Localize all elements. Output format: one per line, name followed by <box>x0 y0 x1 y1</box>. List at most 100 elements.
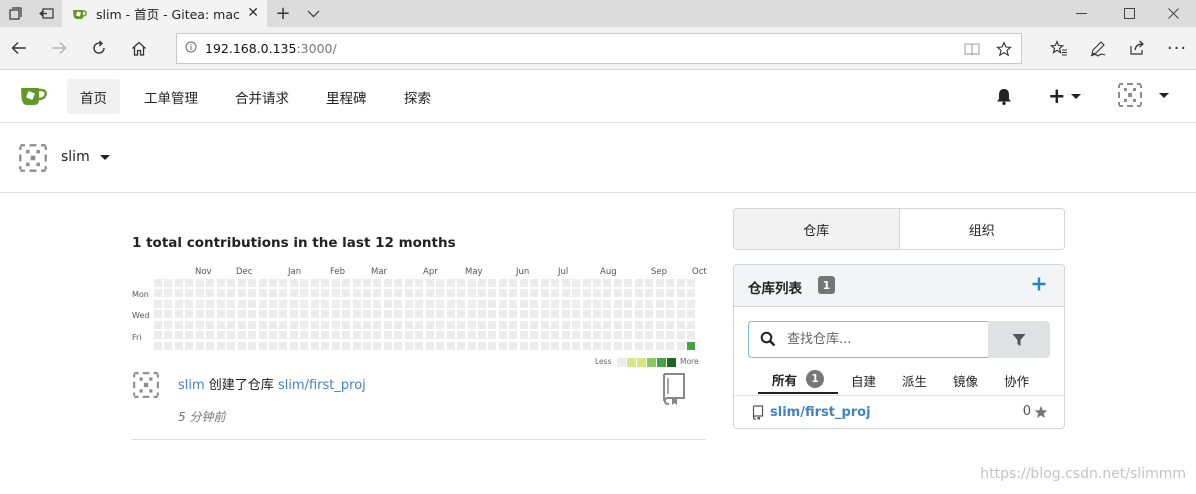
add-repo-plus-icon[interactable] <box>1032 273 1046 297</box>
heatmap-cell <box>509 310 518 319</box>
nav-issues[interactable]: 工单管理 <box>131 79 211 114</box>
favorite-star-icon[interactable] <box>989 34 1019 63</box>
repo-name-link[interactable]: slim/first_proj <box>770 405 871 420</box>
heatmap-cell <box>321 310 330 319</box>
address-bar[interactable]: 192.168.0.135:3000/ <box>176 33 1022 64</box>
repo-book-icon <box>663 373 685 405</box>
legend-swatch <box>637 358 646 367</box>
heatmap-cell <box>582 341 591 350</box>
favorites-hub-icon[interactable] <box>1044 33 1074 63</box>
heatmap-cell <box>227 310 236 319</box>
heatmap-cell <box>227 341 236 350</box>
share-icon[interactable] <box>1122 33 1152 63</box>
filter-tab-forks[interactable]: 派生 <box>889 366 940 394</box>
heatmap-cell <box>686 289 695 298</box>
heatmap-cell <box>237 299 246 308</box>
new-tab-icon[interactable]: + <box>268 0 298 27</box>
site-info-icon[interactable] <box>177 41 205 56</box>
divider <box>734 395 1064 396</box>
browser-tab-active[interactable]: slim - 首页 - Gitea: mac ✕ <box>62 0 267 27</box>
heatmap-cell <box>603 331 612 340</box>
notification-bell-icon[interactable] <box>996 82 1012 110</box>
feed-repo-link[interactable]: slim/first_proj <box>278 378 366 393</box>
heatmap-cell <box>666 320 674 329</box>
refresh-icon[interactable] <box>84 33 114 63</box>
heatmap-cell <box>415 331 424 340</box>
tab-manager-icon[interactable] <box>0 0 30 27</box>
heatmap-cell <box>686 341 695 350</box>
heatmap-cell <box>268 331 277 340</box>
tab-preview-chevron-down-icon[interactable] <box>298 0 328 27</box>
heatmap-day-label: Fri <box>132 333 142 342</box>
more-options-icon[interactable]: ··· <box>1162 33 1192 63</box>
repo-list-item[interactable]: slim/first_proj 0 <box>752 402 1048 422</box>
nav-explore[interactable]: 探索 <box>391 79 444 114</box>
home-icon[interactable] <box>124 33 154 63</box>
heatmap-cell <box>519 341 528 350</box>
filter-tab-sources[interactable]: 自建 <box>838 366 889 394</box>
heatmap-cell <box>363 289 371 298</box>
pen-notes-icon[interactable] <box>1082 33 1112 63</box>
heatmap-cell <box>342 279 351 287</box>
heatmap-cell <box>686 331 695 340</box>
browser-toolbar: 192.168.0.135:3000/ ··· <box>0 27 1196 70</box>
heatmap-cell <box>321 299 330 308</box>
user-menu-dropdown[interactable] <box>1117 81 1169 109</box>
repo-book-icon <box>752 404 764 420</box>
minimize-icon[interactable] <box>1058 0 1104 27</box>
heatmap-cell <box>216 320 225 329</box>
heatmap-cell <box>383 310 392 319</box>
gitea-favicon-icon <box>73 9 87 19</box>
nav-pull-requests[interactable]: 合并请求 <box>222 79 302 114</box>
heatmap-cell <box>227 320 236 329</box>
heatmap-cell <box>655 289 664 298</box>
reading-view-icon[interactable] <box>957 34 987 63</box>
nav-home[interactable]: 首页 <box>67 79 120 114</box>
heatmap-cell <box>321 331 330 340</box>
gitea-logo-icon[interactable] <box>20 83 48 109</box>
heatmap-cell <box>634 331 643 340</box>
close-window-icon[interactable] <box>1150 0 1196 27</box>
heatmap-cell <box>206 289 215 298</box>
plus-icon: + <box>1048 84 1066 108</box>
heatmap-cell <box>530 310 539 319</box>
heatmap-cell <box>216 299 225 308</box>
context-user-switcher[interactable]: slim <box>61 149 111 165</box>
set-tabs-aside-icon[interactable] <box>31 0 61 27</box>
nav-milestones[interactable]: 里程碑 <box>313 79 380 114</box>
tab-repositories[interactable]: 仓库 <box>734 209 900 249</box>
heatmap-cell <box>279 341 288 350</box>
filter-tab-count: 1 <box>806 370 825 388</box>
heatmap-cell <box>467 320 476 329</box>
heatmap-cell <box>164 341 173 350</box>
heatmap-cell <box>268 299 277 308</box>
repo-filter-button[interactable] <box>988 321 1050 358</box>
repo-search-input[interactable] <box>748 321 989 358</box>
heatmap-cell <box>154 341 162 350</box>
create-new-dropdown[interactable]: + <box>1048 82 1081 110</box>
heatmap-cell <box>352 279 361 287</box>
heatmap-cell <box>477 341 486 350</box>
heatmap-cell <box>373 331 382 340</box>
repo-search <box>748 321 1051 358</box>
filter-tab-mirrors[interactable]: 镜像 <box>940 366 991 394</box>
heatmap-cell <box>582 310 591 319</box>
forward-arrow-icon[interactable] <box>44 33 74 63</box>
tab-close-icon[interactable]: ✕ <box>247 5 259 21</box>
heatmap-cell <box>394 341 403 350</box>
heatmap-cell <box>498 341 507 350</box>
heatmap-cell <box>624 341 633 350</box>
heatmap-cell <box>227 289 236 298</box>
heatmap-cell <box>551 341 560 350</box>
maximize-icon[interactable] <box>1106 0 1152 27</box>
heatmap-cell <box>289 289 298 298</box>
heatmap-cell <box>248 310 257 319</box>
tab-organizations[interactable]: 组织 <box>899 209 1064 249</box>
feed-user-link[interactable]: slim <box>178 378 205 393</box>
feed-user-avatar[interactable] <box>132 371 160 399</box>
heatmap-cell <box>613 299 622 308</box>
back-arrow-icon[interactable] <box>4 33 34 63</box>
filter-tab-all[interactable]: 所有 1 <box>758 366 839 394</box>
heatmap-cell <box>572 299 580 308</box>
filter-tab-collaborative[interactable]: 协作 <box>991 366 1042 394</box>
